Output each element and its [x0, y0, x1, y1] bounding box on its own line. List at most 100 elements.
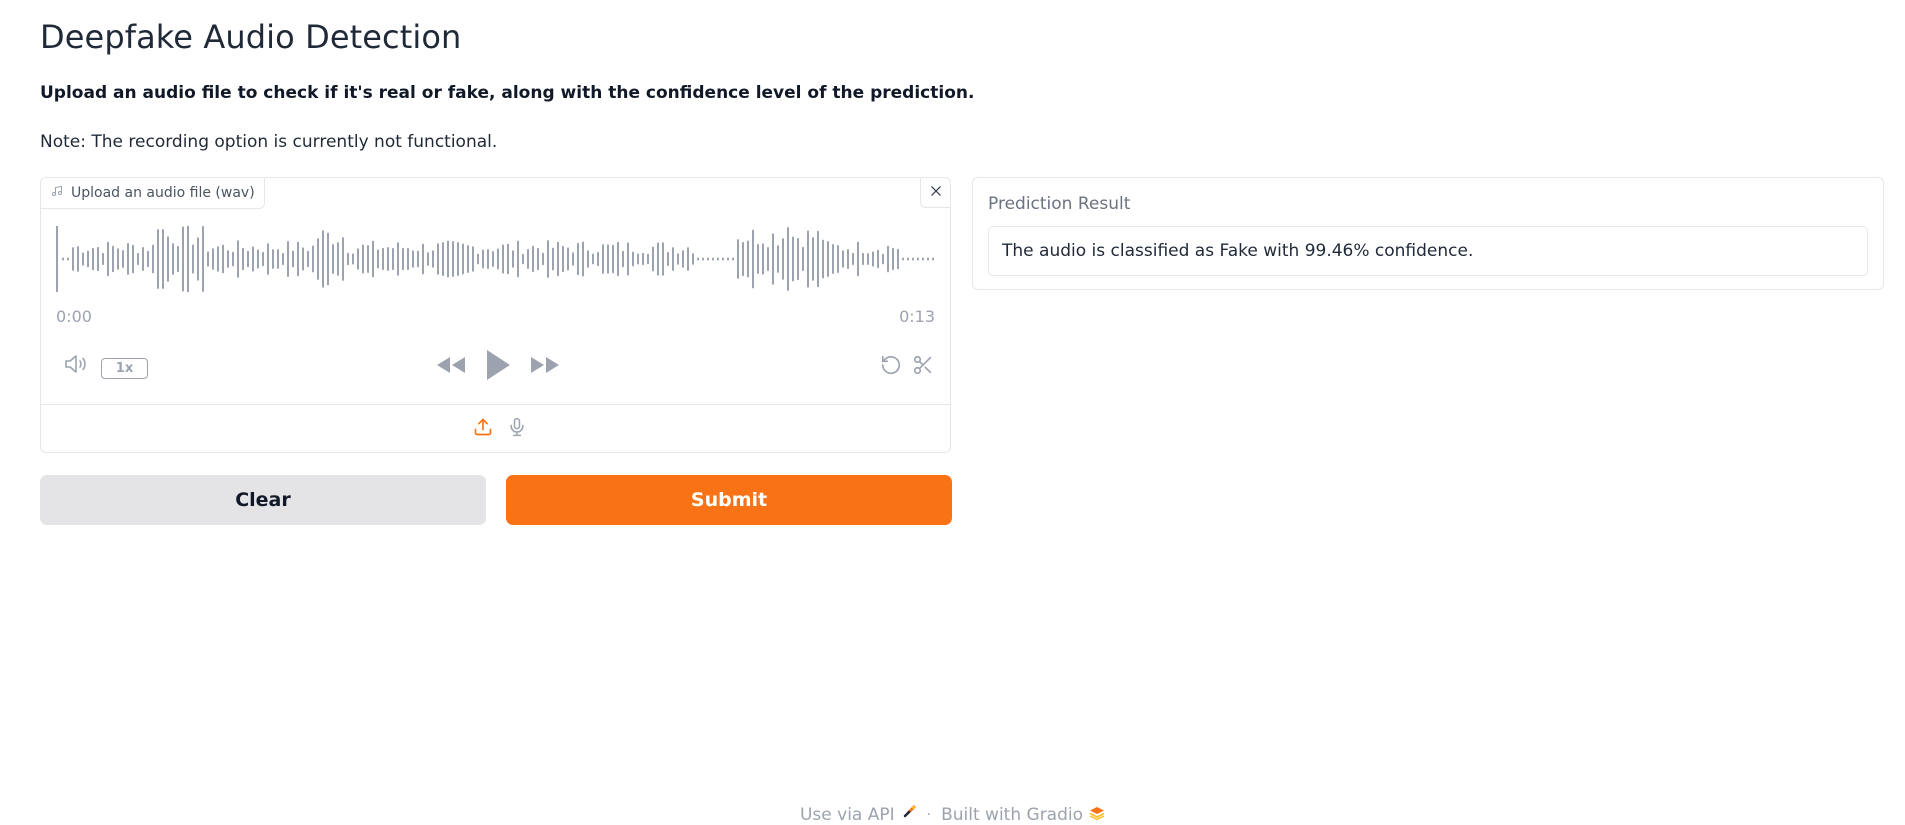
microphone-source-button[interactable] — [505, 417, 529, 441]
waveform-bar — [207, 251, 209, 267]
waveform-bar — [727, 257, 729, 261]
waveform-bar — [777, 245, 779, 273]
waveform-bar — [377, 249, 379, 269]
waveform-bar — [742, 241, 744, 277]
waveform-bar — [887, 245, 889, 273]
waveform-bar — [737, 239, 739, 279]
prediction-result-textbox[interactable]: The audio is classified as Fake with 99.… — [988, 226, 1868, 276]
waveform-bar — [787, 227, 789, 291]
prediction-result-label: Prediction Result — [988, 194, 1131, 214]
gradio-link[interactable]: Built with Gradio — [941, 805, 1105, 825]
music-note-icon — [51, 185, 63, 201]
waveform-bar — [532, 245, 534, 273]
footer: Use via API · Built with Gradio — [0, 804, 1905, 825]
waveform-bar — [307, 250, 309, 268]
waveform-bar — [152, 244, 154, 274]
waveform-bar — [147, 250, 149, 268]
waveform-bar — [892, 247, 894, 271]
waveform-bar — [872, 251, 874, 267]
upload-icon — [473, 417, 493, 441]
prediction-result-panel: Prediction Result The audio is classifie… — [972, 177, 1884, 290]
waveform-bar — [537, 247, 539, 271]
waveform-bar — [342, 237, 344, 281]
waveform-bar — [102, 252, 104, 266]
waveform-bar — [852, 252, 854, 266]
rewind-button[interactable] — [435, 356, 467, 378]
waveform-bar — [77, 246, 79, 272]
waveform-bar — [762, 243, 764, 275]
clear-audio-button[interactable] — [920, 178, 950, 208]
api-link-label: Use via API — [799, 804, 895, 825]
waveform-bar — [322, 230, 324, 288]
waveform-bar — [222, 244, 224, 274]
gradio-logo-icon — [1089, 805, 1105, 825]
waveform-bar — [662, 242, 664, 276]
playback-speed-button[interactable]: 1x — [101, 358, 148, 379]
trim-button[interactable] — [911, 355, 935, 379]
fast-forward-button[interactable] — [529, 356, 561, 378]
waveform-bar — [712, 257, 714, 261]
waveform-bar — [277, 249, 279, 269]
waveform-bar — [297, 241, 299, 277]
submit-button[interactable]: Submit — [506, 475, 952, 525]
api-link[interactable]: Use via API — [800, 804, 917, 825]
waveform-bar — [257, 249, 259, 269]
waveform-bar — [82, 252, 84, 266]
waveform-bar — [752, 229, 754, 289]
volume-button[interactable] — [63, 354, 91, 378]
waveform-bar — [582, 241, 584, 277]
waveform-bar — [847, 248, 849, 270]
waveform-bar — [67, 257, 69, 261]
waveform-bar — [287, 241, 289, 277]
waveform-bar — [282, 252, 284, 266]
waveform-bar — [622, 250, 624, 268]
waveform-bar — [592, 253, 594, 265]
waveform-bar — [197, 237, 199, 281]
waveform-bar — [697, 257, 699, 261]
waveform-bar — [832, 243, 834, 275]
waveform-bar — [497, 248, 499, 270]
waveform-bar — [292, 250, 294, 268]
reset-icon — [880, 354, 902, 380]
waveform-bar — [232, 251, 234, 267]
waveform-bar — [627, 242, 629, 276]
waveform-bar — [722, 257, 724, 261]
waveform-bar — [447, 240, 449, 278]
clear-button[interactable]: Clear — [40, 475, 486, 525]
page-title: Deepfake Audio Detection — [40, 18, 462, 56]
waveform-bar — [682, 250, 684, 268]
waveform-bar — [62, 257, 64, 261]
upload-source-button[interactable] — [471, 417, 495, 441]
rewind-icon — [436, 355, 466, 379]
waveform-bar — [217, 246, 219, 272]
waveform-bar — [572, 252, 574, 266]
recording-note: Note: The recording option is currently … — [40, 132, 498, 152]
waveform-bar — [772, 233, 774, 285]
waveform-bar — [862, 252, 864, 266]
waveform-bar — [557, 241, 559, 277]
play-button[interactable] — [483, 350, 513, 384]
waveform-bar — [612, 244, 614, 274]
waveform-bar — [422, 243, 424, 275]
waveform-bar — [397, 242, 399, 276]
reset-button[interactable] — [879, 355, 903, 379]
waveform-bar — [362, 244, 364, 274]
waveform-bar — [302, 247, 304, 271]
fast-forward-icon — [530, 355, 560, 379]
waveform-bar — [547, 240, 549, 278]
waveform-bar — [702, 257, 704, 261]
gradio-link-label: Built with Gradio — [941, 804, 1084, 825]
waveform-bar — [542, 252, 544, 266]
waveform-bar — [487, 248, 489, 270]
waveform-bar — [127, 243, 129, 275]
waveform-bar — [347, 252, 349, 266]
waveform-bar — [72, 247, 74, 271]
waveform-bar — [177, 245, 179, 273]
waveform-bar — [577, 242, 579, 276]
waveform-bar — [802, 246, 804, 272]
waveform-bar — [897, 248, 899, 270]
waveform-bar — [867, 253, 869, 265]
waveform-bar — [882, 253, 884, 265]
audio-waveform[interactable] — [56, 224, 937, 294]
waveform-bar — [332, 244, 334, 274]
